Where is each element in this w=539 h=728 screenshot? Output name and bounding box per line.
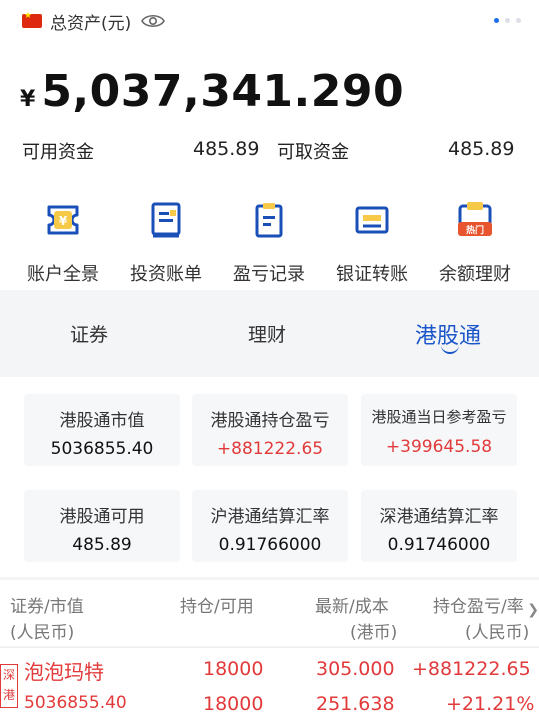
stat-card-position-pnl: 港股通持仓盈亏 +881222.65 [192, 394, 348, 466]
page-dot [505, 18, 510, 23]
col-security-value[interactable]: 证券/市值 [10, 592, 84, 617]
stat-label: 沪港通结算汇率 [210, 507, 330, 527]
stat-card-sz-rate: 深港通结算汇率 0.91746000 [361, 490, 517, 562]
bill-icon [151, 202, 181, 238]
total-amount: 5,037,341.290 [41, 66, 405, 117]
hk-connect-stats: 港股通市值 5036855.40 港股通持仓盈亏 +881222.65 港股通当… [0, 377, 539, 577]
stat-card-available: 港股通可用 485.89 [24, 490, 180, 562]
page-indicator [494, 18, 521, 23]
stat-value: 485.89 [72, 535, 132, 555]
stat-value: 5036855.40 [50, 439, 154, 459]
asset-summary: 总资产(元) ¥ 5,037,341.290 可用资金 485.89 可取资金 … [0, 0, 539, 290]
stat-card-market-value: 港股通市值 5036855.40 [24, 394, 180, 466]
record-icon [255, 203, 283, 238]
quick-action-account-overview[interactable]: ¥ 账户全景 [9, 200, 117, 286]
stat-value: +881222.65 [216, 439, 324, 459]
svg-text:¥: ¥ [59, 214, 68, 228]
wealth-icon: 热门 [458, 202, 492, 236]
quick-action-label: 银证转账 [336, 264, 408, 285]
quick-action-label: 账户全景 [27, 264, 99, 285]
withdrawable-funds-label: 可取资金 [277, 142, 349, 163]
quick-action-bank-transfer[interactable]: 银证转账 [318, 200, 426, 286]
col-position-available[interactable]: 持仓/可用 [180, 592, 254, 617]
col-security-unit: (人民币) [10, 623, 75, 643]
total-amount-row: ¥ 5,037,341.290 [20, 66, 404, 117]
hot-badge: 热门 [466, 224, 484, 236]
col-pnl-unit: (人民币) [465, 623, 530, 643]
holding-market-value: 5036855.40 [24, 693, 127, 713]
holdings-header: 证券/市值 (人民币) 持仓/可用 最新/成本 (港币) 持仓盈亏/率 (人民币… [0, 580, 539, 646]
china-flag-icon [22, 11, 42, 28]
quick-action-label: 投资账单 [130, 264, 202, 285]
stat-label: 港股通可用 [59, 507, 145, 527]
page-dot [494, 18, 499, 23]
title-row: 总资产(元) [22, 9, 166, 34]
stat-label: 港股通持仓盈亏 [210, 411, 330, 431]
currency-symbol: ¥ [20, 87, 36, 112]
market-tag: 深港 [0, 664, 18, 708]
eye-icon[interactable] [141, 13, 166, 29]
tab-securities[interactable]: 证券 [70, 320, 108, 347]
stat-card-sh-rate: 沪港通结算汇率 0.91766000 [192, 490, 348, 562]
page-dot [516, 18, 521, 23]
stat-label: 深港通结算汇率 [379, 507, 499, 527]
holding-pnl: +881222.65 [412, 658, 531, 680]
chevron-right-icon[interactable]: ❯ [527, 602, 539, 618]
stat-label: 港股通当日参考盈亏 [371, 408, 507, 426]
holding-available: 18000 [203, 693, 264, 715]
holding-name: 泡泡玛特 [24, 660, 104, 684]
available-funds-label: 可用资金 [22, 142, 94, 163]
available-funds-value: 485.89 [193, 138, 260, 160]
quick-action-label: 盈亏记录 [233, 264, 305, 285]
stat-value: 0.91766000 [218, 535, 322, 555]
stat-value: 0.91746000 [387, 535, 491, 555]
col-latest-cost[interactable]: 最新/成本 [315, 592, 389, 617]
tab-wealth[interactable]: 理财 [248, 320, 286, 347]
holding-cost-price: 251.638 [316, 693, 395, 715]
stat-card-daily-pnl: 港股通当日参考盈亏 +399645.58 [361, 394, 517, 466]
wallet-icon: ¥ [47, 205, 79, 235]
col-latest-unit: (港币) [350, 623, 398, 643]
stat-label: 港股通市值 [59, 411, 145, 431]
col-pnl-rate[interactable]: 持仓盈亏/率 [433, 592, 524, 617]
total-assets-title: 总资产(元) [50, 13, 132, 34]
quick-action-balance-wealth[interactable]: 热门 余额理财 [421, 200, 529, 286]
stat-value: +399645.58 [385, 437, 493, 457]
quick-action-label: 余额理财 [439, 264, 511, 285]
holding-position: 18000 [203, 658, 264, 680]
withdrawable-funds-value: 485.89 [448, 138, 515, 160]
quick-action-investment-bill[interactable]: 投资账单 [112, 200, 220, 286]
tab-bar: 证券 理财 港股通 [0, 300, 539, 370]
holding-pnl-rate: +21.21% [446, 693, 535, 715]
holding-latest-price: 305.000 [316, 658, 395, 680]
transfer-icon [355, 206, 389, 234]
quick-action-pnl-record[interactable]: 盈亏记录 [215, 200, 323, 286]
